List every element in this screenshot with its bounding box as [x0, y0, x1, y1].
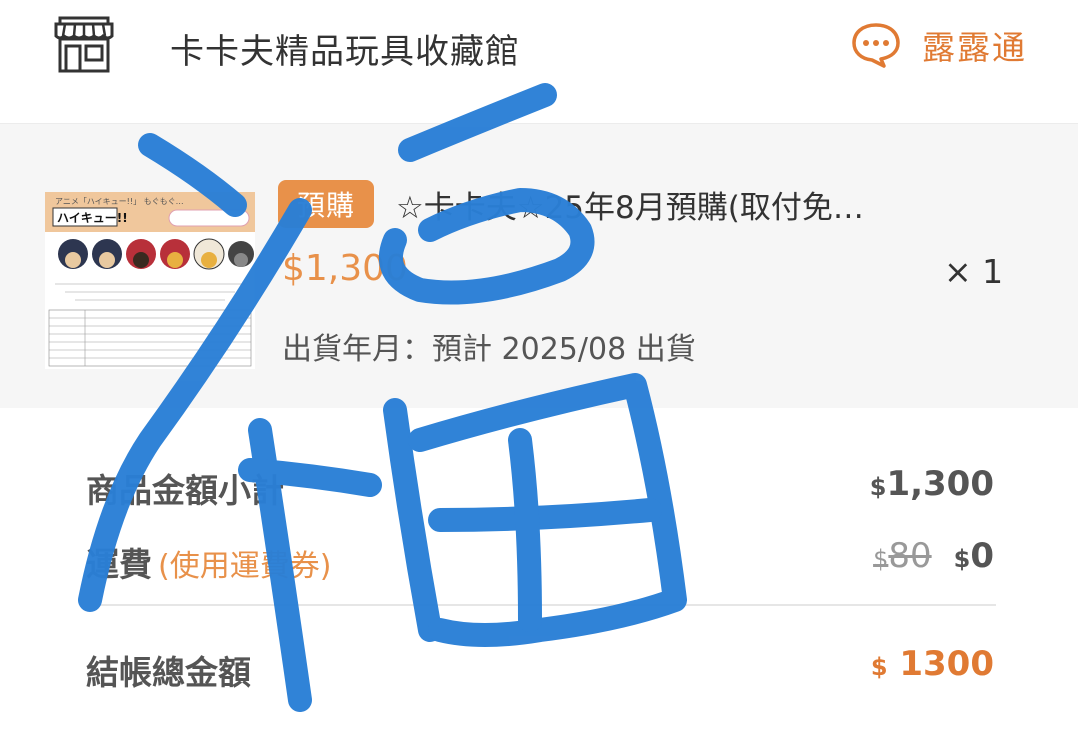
shipping-coupon-note[interactable]: (使用運費券)	[158, 549, 331, 584]
order-item[interactable]: アニメ「ハイキュー!!」 もぐもぐ… ハイキュー!! 預購 ☆卡卡夫☆25年8月…	[0, 123, 1078, 408]
product-title[interactable]: ☆卡卡夫☆25年8月預購(取付免…	[396, 182, 966, 227]
order-summary: 商品金額小計 $1,300 運費 (使用運費券) $80 $0 結帳總金額 $ 13…	[0, 408, 1078, 732]
total-value: $ 1300	[871, 644, 994, 684]
thumbnail-caption: アニメ「ハイキュー!!」 もぐもぐ…	[55, 197, 184, 206]
product-image: アニメ「ハイキュー!!」 もぐもぐ… ハイキュー!!	[45, 192, 255, 369]
shipping-original-price: $80	[873, 536, 932, 576]
chat-bubble-icon	[852, 23, 900, 68]
product-thumbnail[interactable]: アニメ「ハイキュー!!」 もぐもぐ… ハイキュー!!	[45, 192, 255, 369]
preorder-badge: 預購	[278, 180, 374, 228]
shipping-label: 運費	[86, 545, 152, 584]
product-quantity: × 1	[944, 252, 1004, 291]
shop-header: 卡卡夫精品玩具收藏館 露露通	[0, 0, 1078, 122]
shipping-amount: 0	[970, 536, 994, 576]
shipping-row-label: 運費 (使用運費券)	[86, 538, 331, 586]
total-label: 結帳總金額	[86, 653, 251, 692]
subtotal-label: 商品金額小計	[86, 471, 284, 510]
summary-divider	[86, 604, 996, 606]
total-amount: 1300	[899, 644, 994, 684]
shipping-original-amount: 80	[888, 536, 932, 576]
shipping-date-note: 出貨年月：預計 2025/08 出貨	[282, 332, 696, 367]
chat-button[interactable]: 露露通	[850, 20, 1027, 70]
chat-label: 露露通	[922, 28, 1027, 67]
shipping-value: $80 $0	[873, 536, 994, 576]
storefront-icon[interactable]	[52, 12, 116, 74]
shop-name[interactable]: 卡卡夫精品玩具收藏館	[170, 24, 520, 73]
shipping-currency: $	[953, 545, 971, 573]
subtotal-currency: $	[869, 473, 887, 501]
product-price: $1,300	[282, 248, 408, 289]
subtotal-value: $1,300	[870, 464, 994, 504]
thumbnail-logo: ハイキュー!!	[57, 211, 128, 225]
subtotal-amount: 1,300	[886, 464, 994, 504]
total-currency: $	[870, 653, 888, 681]
shipping-original-currency: $	[873, 545, 889, 573]
